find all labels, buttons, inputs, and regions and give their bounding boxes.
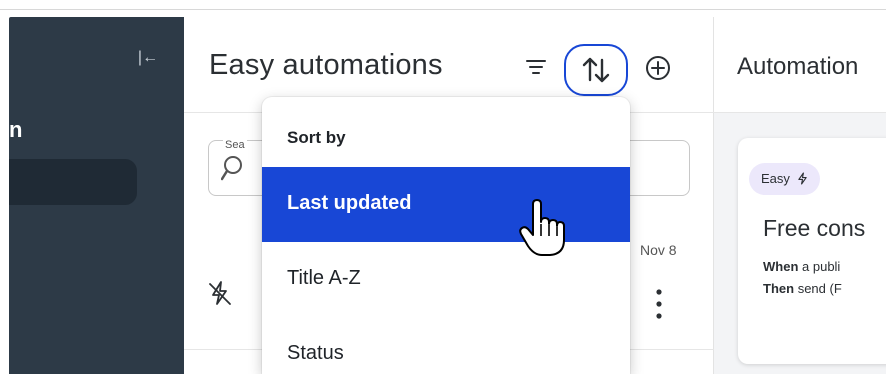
- card-then-line: Then send (F: [763, 281, 842, 296]
- sort-option-title-az[interactable]: Title A-Z: [262, 242, 630, 317]
- more-options-icon[interactable]: [650, 287, 668, 321]
- card-when-line: When a publi: [763, 259, 840, 274]
- window-top-edge: [0, 0, 886, 10]
- collapse-sidebar-icon[interactable]: |←: [137, 47, 159, 69]
- search-label: Sea: [223, 139, 247, 151]
- sort-option-label: Last updated: [287, 192, 412, 214]
- window-left-edge: [0, 10, 9, 374]
- card-title: Free cons: [763, 215, 866, 241]
- automation-detail-panel: Automation Easy Free cons When a publi T…: [714, 17, 886, 374]
- page-title: Easy automations: [209, 49, 443, 81]
- automation-card[interactable]: Easy Free cons When a publi Then send (F: [738, 138, 886, 364]
- row-date: Nov 8: [640, 242, 677, 258]
- detail-panel-header: Automation: [714, 17, 886, 113]
- easy-badge: Easy: [749, 163, 820, 195]
- sort-arrows-icon: [582, 57, 610, 83]
- sidebar: |← n: [9, 17, 184, 374]
- sidebar-item-active[interactable]: [9, 159, 137, 205]
- detail-panel-title: Automation: [737, 53, 859, 80]
- add-automation-icon[interactable]: [644, 54, 672, 82]
- lightning-off-icon: [209, 281, 231, 305]
- when-text: a publi: [802, 259, 841, 274]
- then-text: send (F: [797, 281, 842, 296]
- sort-option-last-updated[interactable]: Last updated: [262, 167, 630, 242]
- sidebar-title: n: [9, 117, 23, 142]
- badge-label: Easy: [761, 171, 790, 186]
- sort-button[interactable]: [564, 44, 628, 96]
- when-label: When: [763, 259, 799, 274]
- sort-dropdown-header: Sort by: [287, 128, 346, 147]
- hand-cursor-icon: [519, 199, 565, 256]
- sort-dropdown: Sort by Last updated Title A-Z Status: [262, 97, 630, 374]
- sort-option-status[interactable]: Status: [262, 317, 630, 374]
- lightning-icon: [797, 172, 807, 185]
- sort-option-label: Title A-Z: [287, 267, 361, 289]
- filter-icon[interactable]: [524, 55, 548, 79]
- sort-option-label: Status: [287, 342, 344, 364]
- search-icon: [221, 156, 242, 181]
- then-label: Then: [763, 281, 795, 296]
